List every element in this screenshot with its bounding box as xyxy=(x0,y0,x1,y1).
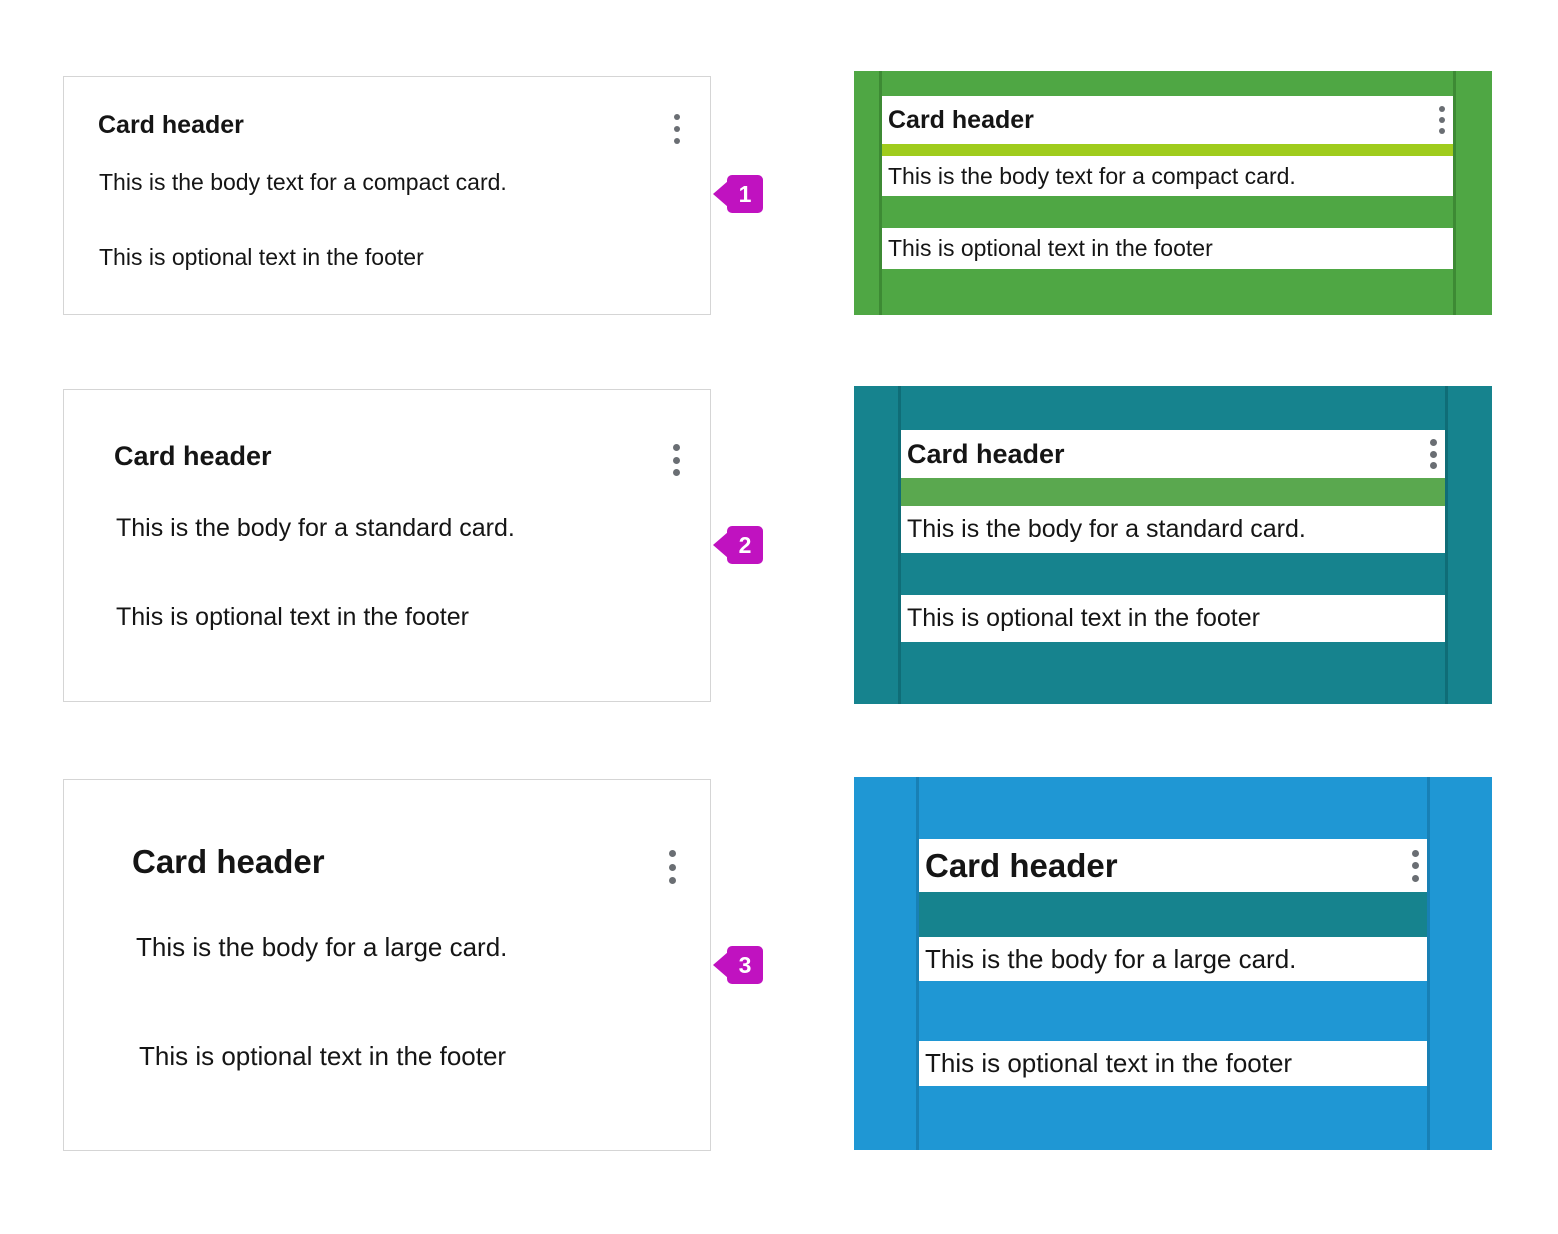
large-footer-box: This is optional text in the footer xyxy=(919,1041,1427,1086)
compact-spacer-bottom xyxy=(882,269,1453,315)
large-guide-right xyxy=(1427,777,1430,1150)
compact-card-body-text: This is the body text for a compact card… xyxy=(99,169,507,195)
standard-guide-right xyxy=(1445,386,1448,704)
compact-band-header-body xyxy=(882,144,1453,156)
large-body-box: This is the body for a large card. xyxy=(919,937,1427,981)
large-card-header-row: Card header xyxy=(64,780,710,884)
standard-content-stack: Card header This is the body for a stand… xyxy=(901,386,1445,704)
standard-band-body-footer xyxy=(901,553,1445,595)
standard-spacer-bottom xyxy=(901,642,1445,704)
compact-card-footer-text: This is optional text in the footer xyxy=(99,243,424,270)
standard-header-label: Card header xyxy=(907,438,1065,469)
large-spacer-bottom xyxy=(919,1086,1427,1150)
compact-body-label: This is the body text for a compact card… xyxy=(888,162,1296,189)
standard-card-footer-text: This is optional text in the footer xyxy=(116,602,469,631)
compact-card-annotated[interactable]: Card header This is the body text for a … xyxy=(854,71,1492,315)
kebab-menu-icon[interactable] xyxy=(1439,106,1445,134)
compact-header-box: Card header xyxy=(882,96,1453,144)
large-card-plain[interactable]: Card header This is the body for a large… xyxy=(63,779,711,1151)
standard-spacer-top xyxy=(901,386,1445,430)
compact-body-box: This is the body text for a compact card… xyxy=(882,156,1453,196)
large-band-body-footer xyxy=(919,981,1427,1041)
kebab-menu-icon[interactable] xyxy=(669,850,676,884)
compact-content-stack: Card header This is the body text for a … xyxy=(882,71,1453,315)
large-footer-label: This is optional text in the footer xyxy=(925,1048,1293,1078)
compact-header-label: Card header xyxy=(888,105,1034,134)
callout-tail-icon xyxy=(713,532,728,558)
standard-header-box: Card header xyxy=(901,430,1445,478)
large-band-header-body xyxy=(919,892,1427,937)
compact-guide-right xyxy=(1453,71,1456,315)
standard-card-header-label: Card header xyxy=(114,441,272,471)
kebab-menu-icon[interactable] xyxy=(1430,439,1437,469)
large-header-label: Card header xyxy=(925,846,1118,884)
standard-band-header-body xyxy=(901,478,1445,506)
standard-body-label: This is the body for a standard card. xyxy=(907,515,1306,543)
large-body-label: This is the body for a large card. xyxy=(925,943,1297,974)
kebab-menu-icon[interactable] xyxy=(673,444,680,476)
callout-number-1: 1 xyxy=(727,175,763,213)
callout-number-2: 2 xyxy=(727,526,763,564)
standard-card-plain[interactable]: Card header This is the body for a stand… xyxy=(63,389,711,702)
standard-card-annotated[interactable]: Card header This is the body for a stand… xyxy=(854,386,1492,704)
kebab-menu-icon[interactable] xyxy=(674,114,680,144)
large-card-footer-text: This is optional text in the footer xyxy=(139,1040,507,1071)
callout-marker-3: 3 xyxy=(713,946,763,984)
large-spacer-top xyxy=(919,777,1427,839)
standard-footer-box: This is optional text in the footer xyxy=(901,595,1445,642)
callout-tail-icon xyxy=(713,181,728,207)
large-header-box: Card header xyxy=(919,839,1427,892)
callout-marker-1: 1 xyxy=(713,175,763,213)
standard-card-header-row: Card header xyxy=(64,390,710,476)
compact-footer-label: This is optional text in the footer xyxy=(888,235,1213,261)
callout-tail-icon xyxy=(713,952,728,978)
standard-footer-label: This is optional text in the footer xyxy=(907,604,1260,632)
compact-footer-box: This is optional text in the footer xyxy=(882,228,1453,269)
compact-spacer-top xyxy=(882,71,1453,96)
compact-card-header-label: Card header xyxy=(98,111,244,139)
compact-card-header-row: Card header xyxy=(64,77,710,144)
card-spacing-diagram: Card header This is the body text for a … xyxy=(0,0,1558,1234)
large-card-body-text: This is the body for a large card. xyxy=(136,932,508,962)
callout-marker-2: 2 xyxy=(713,526,763,564)
large-card-annotated[interactable]: Card header This is the body for a large… xyxy=(854,777,1492,1150)
callout-number-3: 3 xyxy=(727,946,763,984)
compact-card-plain[interactable]: Card header This is the body text for a … xyxy=(63,76,711,315)
compact-band-body-footer xyxy=(882,196,1453,228)
standard-body-box: This is the body for a standard card. xyxy=(901,506,1445,553)
large-content-stack: Card header This is the body for a large… xyxy=(919,777,1427,1150)
kebab-menu-icon[interactable] xyxy=(1412,849,1419,882)
standard-card-body-text: This is the body for a standard card. xyxy=(116,514,515,542)
large-card-header-label: Card header xyxy=(132,843,325,880)
